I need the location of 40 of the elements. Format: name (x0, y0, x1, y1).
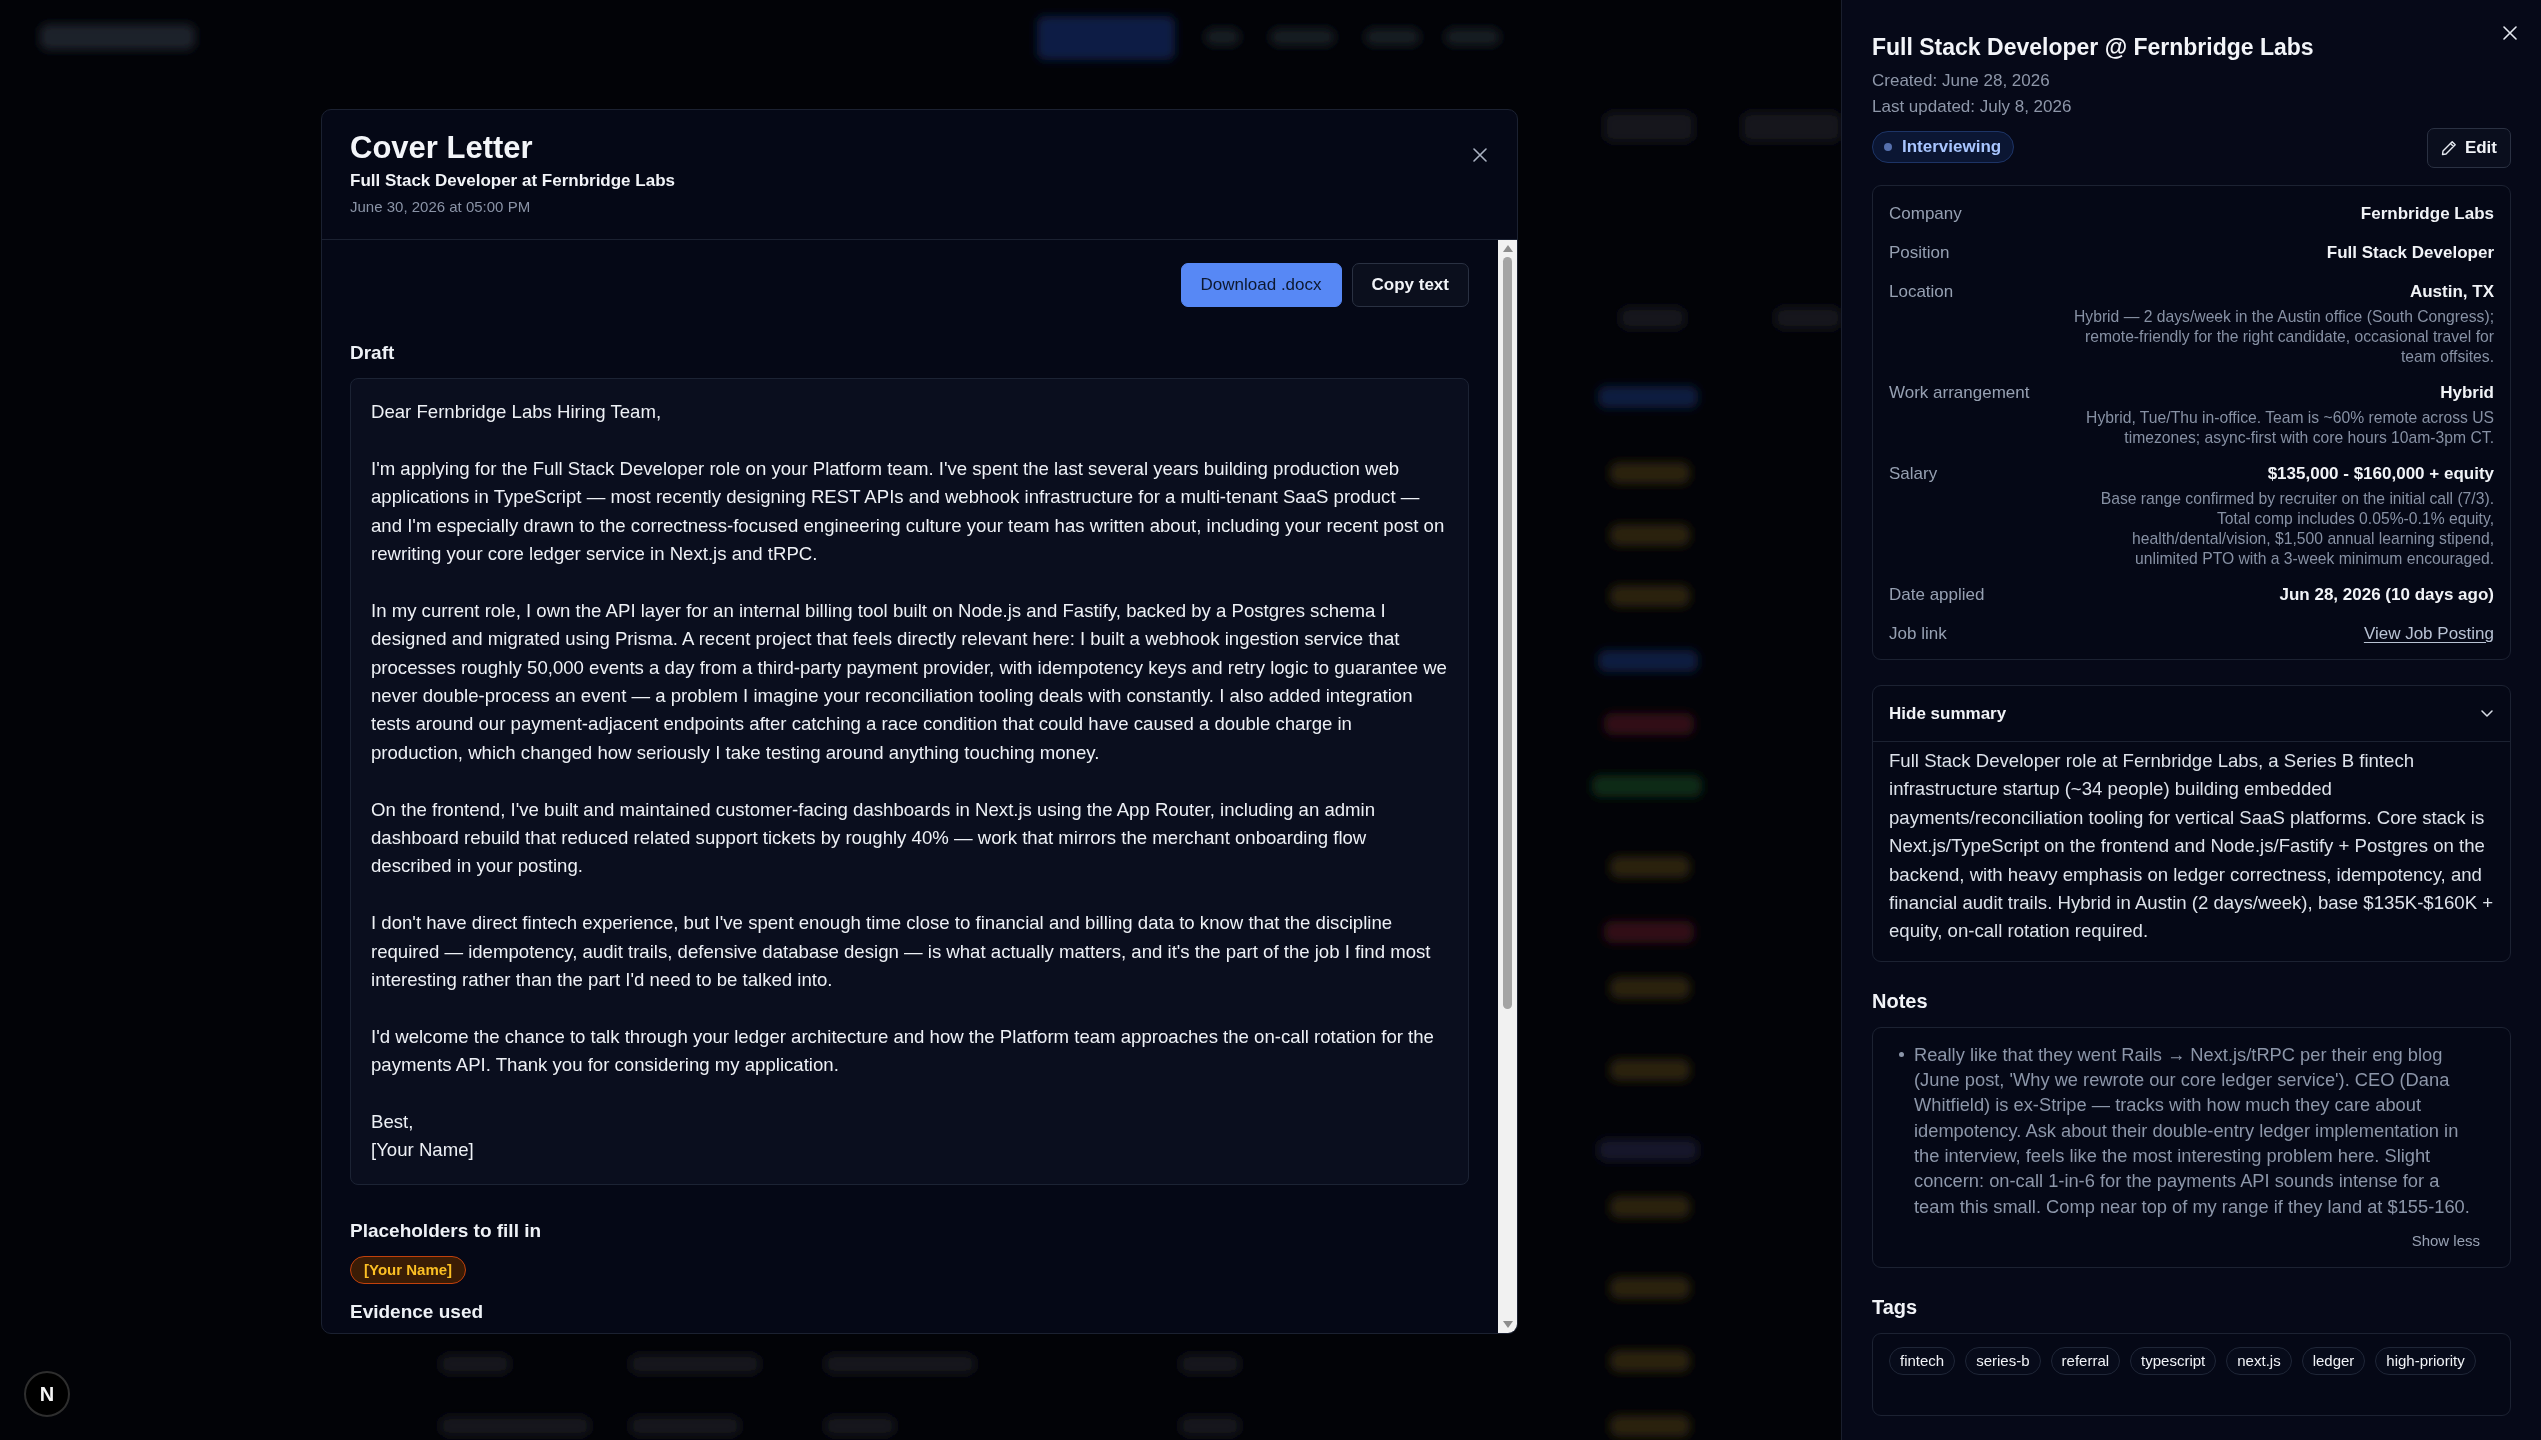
section-heading: Tags (1872, 1294, 1919, 1320)
tag-chip[interactable]: fintech (1889, 1346, 1956, 1375)
updated-date: Last updated: July 8, 2026 (1872, 96, 2073, 118)
job-posting-link[interactable]: View Job Posting (2363, 621, 2494, 647)
detail-value: Austin, TX (2409, 281, 2494, 303)
tag-chip[interactable]: ledger (2301, 1346, 2366, 1375)
detail-value: Jun 28, 2026 (10 days ago) (2279, 584, 2494, 606)
tag-chip[interactable]: high-priority (2375, 1346, 2476, 1375)
detail-label: Location (1889, 281, 1954, 303)
detail-note: Base range confirmed by recruiter on the initial call (7/3). Total comp includes 0.05%-0.1% equity, health/dental/vision, $1,500 annual learning stipend, unlimited PTO with a 3-week minimum encouraged. (2099, 489, 2494, 569)
detail-value: Hybrid (2440, 382, 2494, 404)
tag-chip[interactable]: typescript (2130, 1346, 2217, 1375)
detail-label: Salary (1889, 463, 1938, 485)
detail-value: Fernbridge Labs (2360, 203, 2494, 225)
detail-label: Job link (1889, 623, 1947, 645)
tag-chip[interactable]: referral (2050, 1346, 2121, 1375)
detail-label: Position (1889, 242, 1950, 264)
close-icon (2503, 26, 2517, 40)
tag-chip[interactable]: series-b (1965, 1346, 2041, 1375)
chevron-icon (2481, 710, 2493, 717)
status-dot-icon (1884, 143, 1892, 151)
summary-toggle[interactable]: Hide summary (1873, 686, 2510, 742)
detail-note: Hybrid — 2 days/week in the Austin office (South Congress); remote-friendly for the right candidate, occasional travel for team offsites. (2074, 307, 2494, 367)
bullet-icon (1899, 1051, 1904, 1057)
detail-value: Full Stack Developer (2326, 242, 2494, 264)
tag-chip[interactable]: next.js (2226, 1346, 2292, 1375)
created-date: Created: June 28, 2026 (1872, 70, 2051, 92)
pencil-icon (2440, 140, 2457, 156)
status-label: Interviewing (1902, 137, 2002, 157)
note-text: Really like that they went Rails → Next.js/tRPC per their eng blog (June post, 'Why we rewrote our core ledger service'). CEO (Dana Whitfield) is ex-Stripe — tracks with how much they care about idempotency. Ask about their double-entry ledger implementation in the interview, feels like the most interesting problem here. Slight concern: on-call 1-in-6 for the payments API sounds intense for a team this small. Comp near top of my range if they land at $155-160. (1914, 1042, 2471, 1219)
detail-label: Date applied (1889, 584, 1985, 606)
detail-label: Company (1889, 203, 1962, 225)
detail-value: $135,000 - $160,000 + equity (2267, 463, 2494, 485)
summary-text: Full Stack Developer role at Fernbridge Labs, a Series B fintech infrastructure startup (~34 people) building embedded payments/reconciliation tooling for vertical SaaS platforms. Core stack is Next.js/TypeScript on the frontend and Node.js/Fastify + Postgres on the backend, with heavy emphasis on ledger correctness, idempotency, and financial audit trails. Hybrid in Austin (2 days/week), base $135K-$160K + equity, on-call rotation required. (1888, 749, 2495, 944)
job-title: Full Stack Developer @ Fernbridge Labs (1872, 33, 2314, 62)
edit-button[interactable]: Edit (2426, 128, 2511, 168)
detail-note: Hybrid, Tue/Thu in-office. Team is ~60% remote across US timezones; async-first with core hours 10am-3pm CT. (2085, 408, 2494, 448)
detail-label: Work arrangement (1889, 382, 2030, 404)
show-less-link[interactable]: Show less (2411, 1230, 2480, 1251)
section-heading: Notes (1872, 988, 1929, 1014)
